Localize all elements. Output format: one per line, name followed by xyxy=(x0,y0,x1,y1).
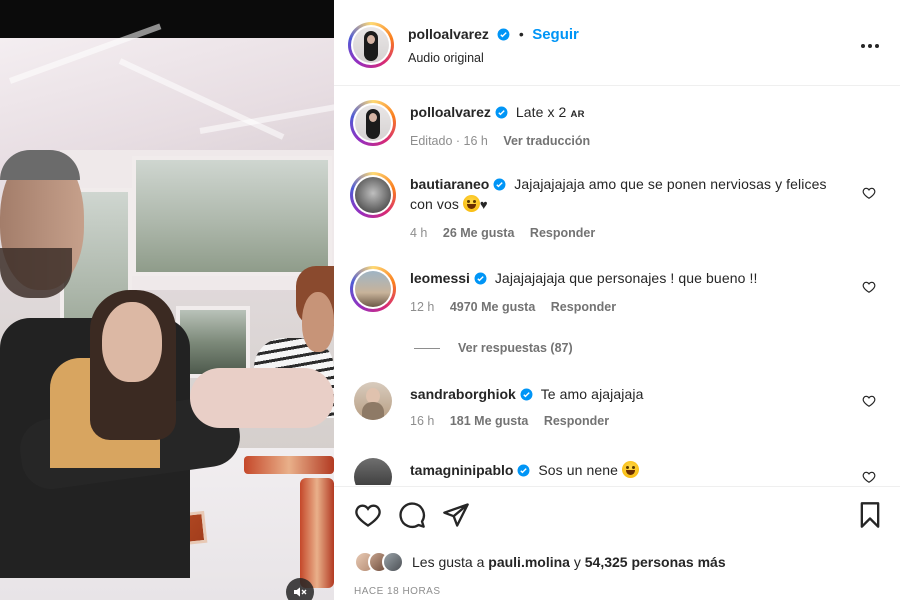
comment-icon[interactable] xyxy=(398,501,426,529)
verified-icon xyxy=(474,272,487,285)
reply-button[interactable]: Responder xyxy=(530,226,595,240)
audio-link[interactable]: Audio original xyxy=(408,51,484,65)
comment-likes[interactable]: 26 Me gusta xyxy=(443,226,515,240)
more-icon xyxy=(861,44,879,48)
heart-icon[interactable] xyxy=(354,501,382,529)
like-comment-icon[interactable] xyxy=(862,470,876,484)
more-options-button[interactable] xyxy=(860,36,880,54)
comment-time: 16 h xyxy=(410,414,435,428)
comments-section[interactable]: polloalvarez Late x 2 AR Editado · 16 h V… xyxy=(334,86,900,485)
view-replies-button[interactable]: Ver respuestas (87) xyxy=(414,341,573,355)
mute-icon xyxy=(294,587,307,597)
follow-button[interactable]: Seguir xyxy=(532,26,579,43)
country-tag: AR xyxy=(570,109,585,120)
share-icon[interactable] xyxy=(442,501,470,529)
comment-time: 4 h xyxy=(410,226,428,240)
author-avatar[interactable] xyxy=(350,100,396,146)
reply-button[interactable]: Responder xyxy=(544,414,609,428)
heart-emoji: ♥ xyxy=(479,197,488,212)
view-replies-label[interactable]: Ver respuestas (87) xyxy=(458,341,573,355)
comment-username[interactable]: tamagninipablo xyxy=(410,462,513,478)
comment-username[interactable]: bautiaraneo xyxy=(410,176,489,192)
sticker-pile xyxy=(300,478,334,588)
author-avatar[interactable] xyxy=(348,22,394,68)
likes-conj: y xyxy=(573,554,581,570)
comment-text: Sos un nene xyxy=(538,462,619,478)
verified-icon xyxy=(497,28,510,41)
likes-summary[interactable]: Les gusta a pauli.molina y 54,325 person… xyxy=(354,551,726,573)
comment-text: Te amo ajajajaja xyxy=(540,386,644,402)
caption-username[interactable]: polloalvarez xyxy=(410,104,491,120)
verified-icon xyxy=(517,464,530,477)
laughing-emoji-icon xyxy=(462,195,480,212)
liker-username[interactable]: pauli.molina xyxy=(488,554,570,570)
video-frame xyxy=(0,23,334,600)
comment-username[interactable]: sandraborghiok xyxy=(410,386,516,402)
post-header: polloalvarez • Seguir Audio original xyxy=(334,0,900,86)
commenter-avatar[interactable] xyxy=(350,266,396,312)
like-comment-icon[interactable] xyxy=(862,280,876,294)
caption-time: Editado · 16 h xyxy=(410,134,488,148)
verified-icon xyxy=(495,106,508,119)
comment-username[interactable]: leomessi xyxy=(410,270,470,286)
reply-button[interactable]: Responder xyxy=(551,300,616,314)
post-actions-bar: Les gusta a pauli.molina y 54,325 person… xyxy=(334,486,900,600)
like-comment-icon[interactable] xyxy=(862,394,876,408)
window xyxy=(132,156,332,276)
mute-button[interactable] xyxy=(286,578,314,600)
bookmark-icon[interactable] xyxy=(856,501,884,529)
separator-dot: • xyxy=(518,26,524,42)
commenter-avatar[interactable] xyxy=(354,458,392,485)
author-username[interactable]: polloalvarez xyxy=(408,26,489,42)
comment-likes[interactable]: 181 Me gusta xyxy=(450,414,529,428)
likes-count[interactable]: 54,325 personas más xyxy=(585,554,726,570)
liker-avatars xyxy=(354,551,406,573)
commenter-avatar[interactable] xyxy=(350,172,396,218)
verified-icon xyxy=(493,178,506,191)
translate-button[interactable]: Ver traducción xyxy=(503,134,590,148)
comment-time: 12 h xyxy=(410,300,435,314)
sticker-pile xyxy=(244,456,334,474)
post-side-panel: polloalvarez • Seguir Audio original pol… xyxy=(334,0,900,600)
verified-icon xyxy=(520,388,533,401)
comment-likes[interactable]: 4970 Me gusta xyxy=(450,300,535,314)
commenter-avatar[interactable] xyxy=(354,382,392,420)
laughing-emoji-icon xyxy=(621,461,639,478)
post-time: HACE 18 HORAS xyxy=(354,586,441,597)
post-media-video[interactable] xyxy=(0,0,334,600)
caption-text: Late x 2 xyxy=(515,104,567,120)
media-top-bar xyxy=(0,0,334,38)
like-comment-icon[interactable] xyxy=(862,186,876,200)
likes-prefix: Les gusta a xyxy=(412,554,485,570)
replies-divider xyxy=(414,347,440,349)
comment-text: Jajajajajaja que personajes ! que bueno … xyxy=(494,270,758,286)
hand xyxy=(190,368,334,428)
